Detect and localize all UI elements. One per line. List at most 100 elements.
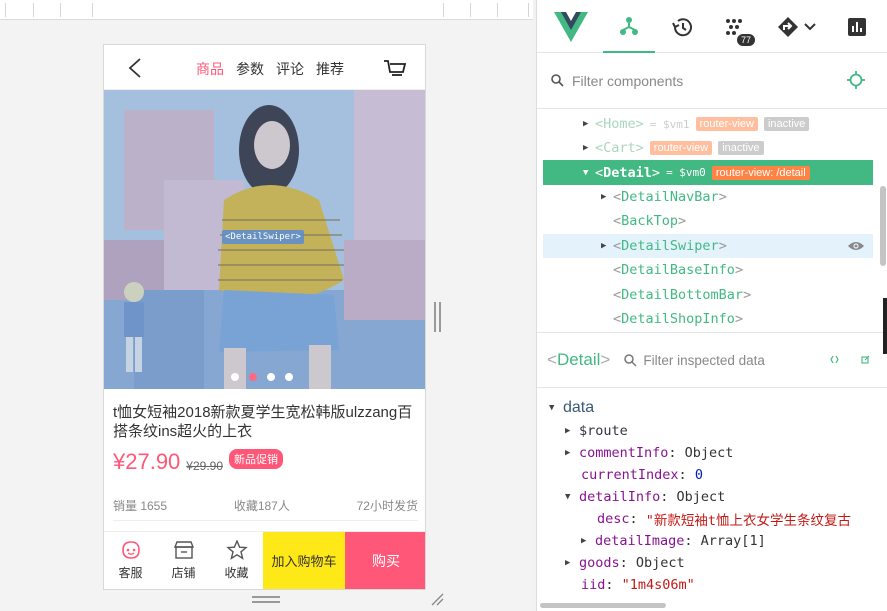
- customer-service-button[interactable]: 客服: [104, 532, 157, 589]
- chevron-down-icon: [804, 22, 816, 30]
- data-horizontal-scrollbar[interactable]: [540, 603, 666, 608]
- devtools-toolbar: 77: [537, 0, 887, 53]
- bar-chart-icon: [848, 17, 866, 36]
- sales-count: 销量 1655: [113, 499, 168, 513]
- device-screen: 商品 参数 评论 推荐 <DetailSwiper> t恤女短袖2018新款夏学…: [103, 44, 426, 590]
- data-row-detailinfo[interactable]: ▼ detailInfo: Object: [537, 486, 887, 508]
- product-price: ¥27.90: [113, 449, 181, 474]
- inspected-data: ▼ data ▶ $route ▶ commentInfo: Object cu…: [537, 388, 887, 600]
- customer-service-icon: [121, 541, 140, 559]
- component-highlight-label: <DetailSwiper>: [222, 230, 304, 244]
- data-row-commentinfo[interactable]: ▶ commentInfo: Object: [537, 442, 887, 464]
- tab-params[interactable]: 参数: [230, 59, 270, 79]
- tab-recommend[interactable]: 推荐: [310, 59, 350, 79]
- collapse-arrow-icon[interactable]: ▼: [549, 403, 563, 413]
- data-section-header[interactable]: ▼ data: [537, 396, 887, 420]
- add-to-cart-button[interactable]: 加入购物车: [263, 532, 345, 589]
- data-row-route[interactable]: ▶ $route: [537, 420, 887, 442]
- data-row-iid[interactable]: iid: "1m4s06m": [537, 574, 887, 596]
- vue-devtools-panel: 77 Filter components ▶ < Home > = $vm1 r…: [536, 0, 887, 611]
- favorite-label: 收藏: [224, 566, 249, 580]
- vue-logo-icon: [554, 11, 588, 42]
- tree-node-home[interactable]: ▶ < Home > = $vm1 router-view inactive: [537, 112, 873, 136]
- tab-components[interactable]: [603, 0, 655, 53]
- search-icon: [624, 353, 637, 367]
- history-icon: [672, 17, 692, 36]
- expand-arrow-icon[interactable]: ▶: [601, 241, 613, 251]
- product-stats: 销量 1655 收藏187人 72小时发货: [113, 497, 418, 521]
- customer-service-label: 客服: [118, 566, 143, 580]
- price-row: ¥27.90 ¥29.90 新品促销: [113, 449, 418, 475]
- eye-icon[interactable]: [847, 240, 865, 252]
- swiper-dot[interactable]: [285, 373, 293, 381]
- expand-arrow-icon[interactable]: ▶: [565, 448, 579, 458]
- inspector-actions: [830, 355, 870, 364]
- swiper-dot[interactable]: [231, 373, 239, 381]
- collapse-arrow-icon[interactable]: ▼: [583, 168, 595, 178]
- inspect-dom-icon[interactable]: [830, 355, 839, 364]
- tab-performance[interactable]: [837, 0, 877, 53]
- back-arrow-icon[interactable]: [126, 57, 146, 79]
- expand-arrow-icon[interactable]: ▶: [583, 119, 595, 129]
- events-count-badge: 77: [737, 34, 756, 46]
- expand-arrow-icon[interactable]: ▶: [565, 426, 579, 436]
- search-icon: [551, 74, 564, 87]
- product-title: t恤女短袖2018新款夏学生宽松韩版ulzzang百搭条纹ins超火的上衣: [113, 404, 413, 440]
- resize-handle-right[interactable]: [434, 302, 441, 332]
- router-view-pill: router-view: /detail: [711, 165, 810, 180]
- detail-swiper[interactable]: <DetailSwiper>: [104, 90, 425, 389]
- component-tree: ▶ < Home > = $vm1 router-view inactive ▶ <…: [537, 110, 873, 332]
- router-view-pill: router-view: [649, 141, 713, 156]
- tab-routing[interactable]: [773, 0, 821, 53]
- resize-handle-bottom[interactable]: [252, 596, 280, 603]
- inspected-component-title: <Detail>: [547, 350, 611, 369]
- vue-logo: [551, 0, 591, 53]
- tree-node-detail-baseinfo[interactable]: < DetailBaseInfo >: [537, 258, 873, 282]
- cart-icon[interactable]: [383, 59, 407, 77]
- tree-node-backtop[interactable]: < BackTop >: [537, 209, 873, 233]
- tree-node-detail-bottombar[interactable]: < DetailBottomBar >: [537, 282, 873, 306]
- filter-inspected-data-input[interactable]: Filter inspected data: [643, 353, 765, 368]
- detail-bottom-bar: 客服 店铺 收藏 加入购物车 购买: [104, 531, 425, 589]
- data-row-detailimage[interactable]: ▶ detailImage: Array[1]: [537, 530, 887, 552]
- favorites-count: 收藏187人: [233, 499, 290, 513]
- open-in-editor-icon[interactable]: [861, 355, 870, 364]
- panel-edge-handle[interactable]: [883, 298, 887, 354]
- tree-node-detail-swiper[interactable]: ▶ < DetailSwiper >: [543, 233, 873, 258]
- component-tree-icon: [620, 16, 638, 35]
- favorite-button[interactable]: 收藏: [210, 532, 263, 589]
- inspector-header: <Detail> Filter inspected data: [537, 332, 887, 388]
- router-view-pill: router-view: [695, 117, 758, 131]
- inactive-pill: inactive: [718, 141, 764, 156]
- original-price: ¥29.90: [186, 459, 223, 473]
- expand-arrow-icon[interactable]: ▶: [565, 558, 579, 568]
- shipping-info: 72小时发货: [356, 499, 418, 513]
- tree-node-cart[interactable]: ▶ < Cart > router-view inactive: [537, 136, 873, 160]
- data-row-desc[interactable]: desc: "新款短袖t恤上衣女学生条纹复古: [537, 508, 887, 530]
- shop-button[interactable]: 店铺: [157, 532, 210, 589]
- shop-icon: [173, 541, 194, 559]
- expand-arrow-icon[interactable]: ▶: [583, 143, 595, 153]
- detail-navbar: 商品 参数 评论 推荐: [104, 45, 425, 90]
- data-row-currentindex[interactable]: currentIndex: 0: [537, 464, 887, 486]
- select-component-target-icon[interactable]: [847, 71, 865, 89]
- tab-comments[interactable]: 评论: [270, 59, 310, 79]
- tab-timeline[interactable]: [661, 0, 703, 53]
- swiper-dot[interactable]: [267, 373, 275, 381]
- expand-arrow-icon[interactable]: ▶: [581, 536, 595, 546]
- tree-scrollbar[interactable]: [880, 186, 886, 266]
- swiper-indicators: [231, 373, 293, 381]
- buy-button[interactable]: 购买: [345, 532, 425, 589]
- resize-corner-icon[interactable]: [430, 592, 444, 606]
- expand-arrow-icon[interactable]: ▶: [601, 192, 613, 202]
- filter-components-input[interactable]: Filter components: [572, 73, 683, 89]
- tree-node-detail[interactable]: ▼ < Detail > = $vm0 router-view: /detail: [543, 160, 873, 185]
- tab-goods[interactable]: 商品: [190, 59, 230, 79]
- swiper-dot-active[interactable]: [249, 373, 257, 381]
- collapse-arrow-icon[interactable]: ▼: [565, 492, 579, 502]
- detail-base-info: t恤女短袖2018新款夏学生宽松韩版ulzzang百搭条纹ins超火的上衣 ¥2…: [104, 389, 425, 521]
- tree-node-detail-navbar[interactable]: ▶ < DetailNavBar >: [537, 185, 873, 209]
- tree-node-detail-shopinfo[interactable]: < DetailShopInfo >: [537, 307, 873, 331]
- component-filter[interactable]: Filter components: [537, 53, 887, 109]
- data-row-goods[interactable]: ▶ goods: Object: [537, 552, 887, 574]
